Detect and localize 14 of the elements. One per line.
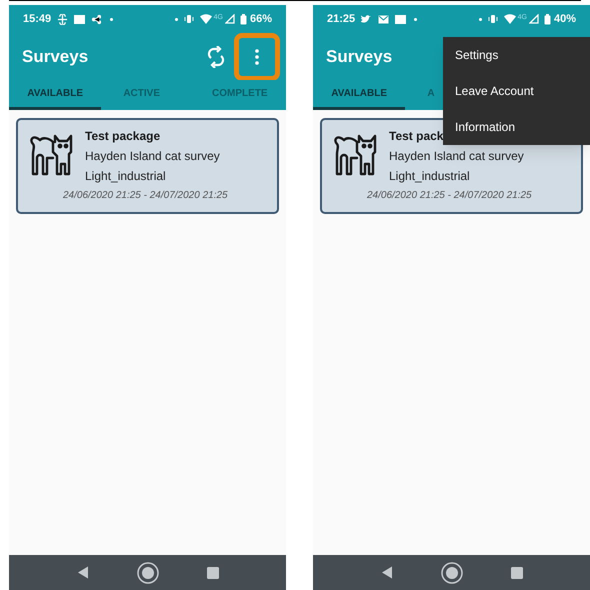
category-label: Light_industrial	[85, 168, 167, 185]
battery-percent: 66%	[250, 12, 272, 27]
app-title: Surveys	[326, 46, 392, 68]
date-range: 24/06/2020 21:25 - 24/07/2020 21:25	[63, 189, 228, 203]
status-time: 21:25	[327, 12, 356, 27]
battery-percent: 40%	[554, 12, 576, 27]
survey-name: Hayden Island cat survey	[85, 148, 221, 165]
date-range: 24/06/2020 21:25 - 24/07/2020 21:25	[367, 189, 532, 203]
app-title: Surveys	[22, 46, 88, 68]
survey-name: Hayden Island cat survey	[389, 148, 525, 165]
status-time: 15:49	[23, 12, 52, 27]
category-label: Light_industrial	[389, 168, 471, 185]
package-title: Test package	[85, 128, 160, 145]
package-title: Test pack	[389, 128, 444, 145]
